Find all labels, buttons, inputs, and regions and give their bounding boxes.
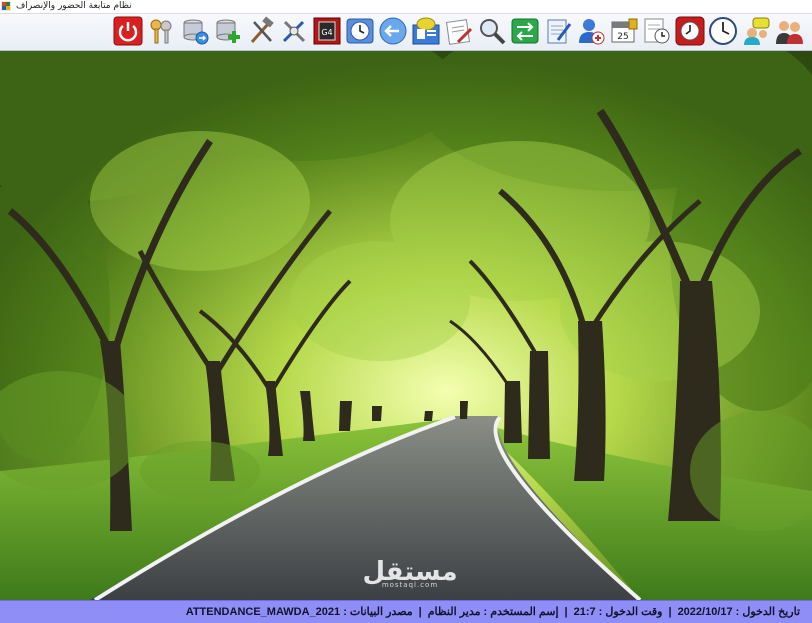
wall-clock-icon [709,17,737,45]
database-sync-icon [183,19,209,45]
svg-text:G4: G4 [321,28,332,37]
document-edit-button[interactable] [444,16,474,46]
chat-users-icon [744,17,770,45]
toolbar: G4 25 [0,14,812,51]
background-photo [0,51,812,600]
keys-button[interactable] [146,16,176,46]
calculator-button[interactable]: G4 [312,16,342,46]
power-icon [113,16,143,46]
database-add-icon [216,19,240,43]
status-login-time: وقت الدخول : 21:7 [573,606,663,618]
calendar-button[interactable]: 25 [609,16,639,46]
tools-button[interactable] [246,16,276,46]
transfer-icon [511,18,539,44]
notepad-button[interactable] [543,16,573,46]
tree-avenue-image [0,51,812,600]
status-username: إسم المستخدم : مدير النظام [427,606,559,618]
report-clock-button[interactable] [642,16,672,46]
app-icon [1,1,11,11]
calculator-icon: G4 [313,17,341,45]
chat-users-button[interactable] [741,16,771,46]
back-button[interactable] [378,16,408,46]
user-add-button[interactable] [576,16,606,46]
settings-tools-icon [282,20,306,43]
status-login-date: تاريخ الدخول : 2022/10/17 [677,606,800,618]
user-card-button[interactable] [411,16,441,46]
clock-button[interactable] [345,16,375,46]
calendar-icon: 25 [611,18,638,43]
tools-icon [250,16,274,43]
status-line: تاريخ الدخول : 2022/10/17 | وقت الدخول : 2… [186,601,800,623]
power-button[interactable] [113,16,143,46]
window-title: نظام متابعة الحضور والإنصراف [16,1,132,11]
notepad-icon [547,19,572,44]
settings-tools-button[interactable] [279,16,309,46]
database-sync-button[interactable] [180,16,210,46]
back-arrow-icon [379,17,407,45]
watermark: مستقل mostaql.com [355,557,465,589]
users-button[interactable] [774,16,804,46]
alarm-button[interactable] [675,16,705,46]
wall-clock-button[interactable] [708,16,738,46]
alarm-icon [675,16,705,46]
status-data-source: مصدر البيانات : ATTENDANCE_MAWDA_2021 [185,606,413,618]
status-separator: | [668,606,672,618]
search-icon [480,19,506,45]
user-card-icon [412,17,440,45]
user-add-icon [579,19,605,45]
transfer-button[interactable] [510,16,540,46]
search-button[interactable] [477,16,507,46]
status-separator: | [564,606,568,618]
title-bar: نظام متابعة الحضور والإنصراف [0,0,812,14]
document-edit-icon [446,19,473,45]
report-clock-icon [644,18,670,44]
keys-icon [150,19,172,44]
svg-text:25: 25 [617,32,628,42]
clock-icon [346,18,374,44]
users-icon [776,21,803,44]
status-bar: تاريخ الدخول : 2022/10/17 | وقت الدخول : 2… [0,600,812,623]
status-separator: | [418,606,422,618]
database-add-button[interactable] [213,16,243,46]
